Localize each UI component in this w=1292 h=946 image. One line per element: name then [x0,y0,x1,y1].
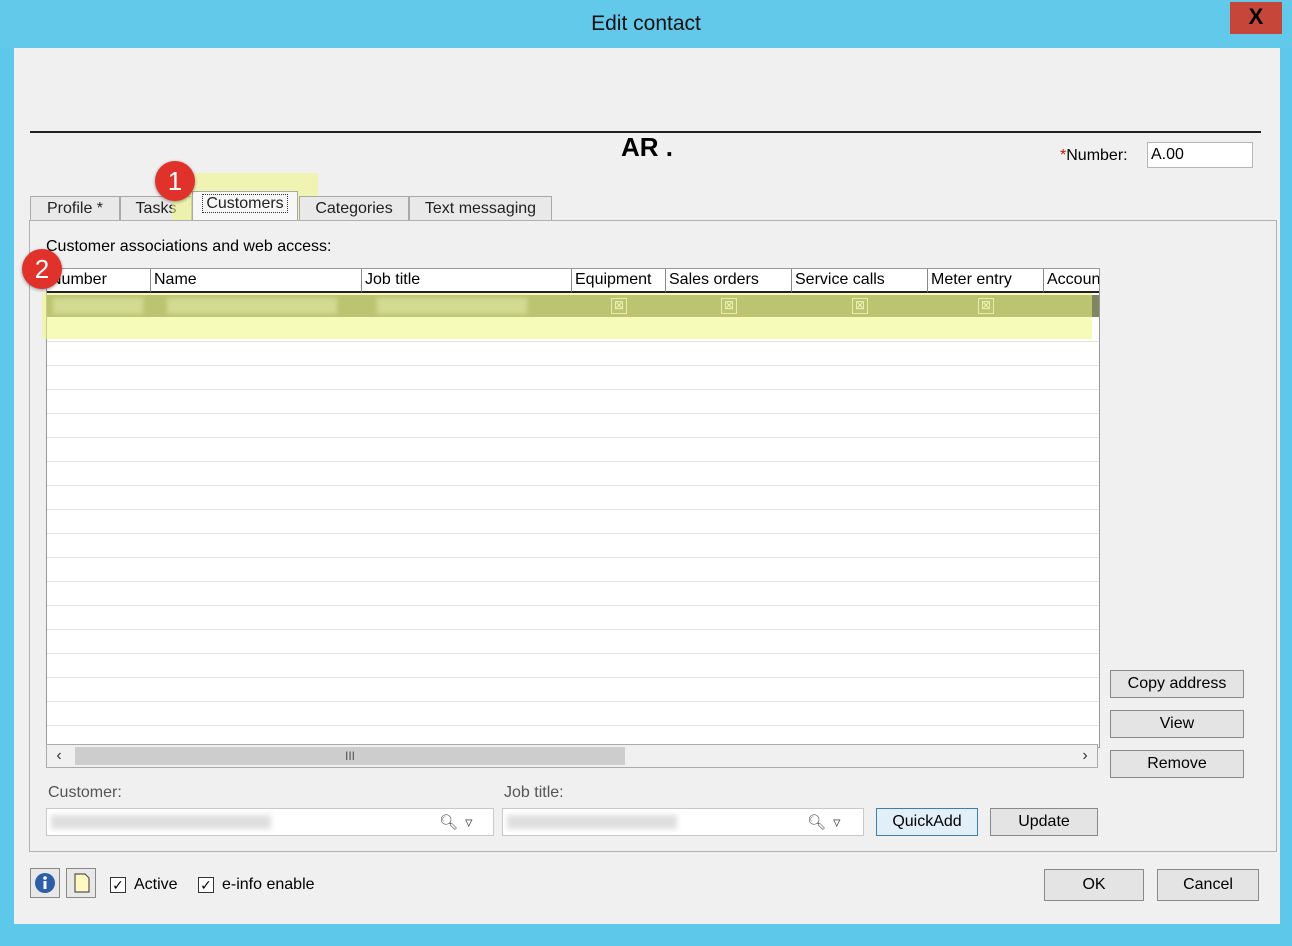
dialog-body: AR . *Number: Profile * Tasks Customers … [14,48,1280,924]
notes-icon-graphic [74,873,90,893]
customer-input[interactable]: 🔍︎ ▿ [46,808,494,836]
scroll-left-icon[interactable]: ‹ [47,745,71,767]
tab-profile-label: Profile * [46,200,104,217]
section-label: Customer associations and web access: [46,238,332,255]
annotation-highlight-row [42,293,1092,339]
col-sales-orders-text: Sales orders [669,271,759,288]
number-label: *Number: [1060,147,1128,165]
column-header-meter-entry[interactable]: Meter entry [928,269,1044,293]
customer-label: Customer: [48,784,122,801]
grid-row-line [47,581,1099,582]
tab-text-messaging[interactable]: Text messaging [409,196,552,220]
grid-row-line [47,725,1099,726]
dropdown-icon[interactable]: ▿ [465,813,473,831]
tab-customers-label: Customers [202,194,288,213]
horizontal-scrollbar[interactable]: ‹ III › [46,744,1098,768]
column-header-number[interactable]: Number [47,269,151,293]
column-header-job-title[interactable]: Job title [362,269,572,293]
tab-tasks-label: Tasks [135,200,177,217]
grid-row-line [47,653,1099,654]
col-service-calls-text: Service calls [795,271,885,288]
customers-grid[interactable]: Number Name Job title Equipment Sales or… [46,268,1100,748]
active-checkbox[interactable]: ✓ [110,877,126,893]
copy-address-button[interactable]: Copy address [1110,670,1244,698]
dropdown-icon[interactable]: ▿ [833,813,841,831]
number-input[interactable] [1147,142,1253,168]
col-job-title-text: Job title [365,271,421,288]
grid-row-line [47,341,1099,342]
redacted-job-title-input [507,815,677,829]
grid-row-line [47,461,1099,462]
cancel-button[interactable]: Cancel [1157,869,1259,901]
grid-row-line [47,365,1099,366]
column-header-equipment[interactable]: Equipment [572,269,666,293]
active-label: Active [134,876,178,893]
tab-categories-label: Categories [315,200,393,217]
quickadd-button[interactable]: QuickAdd [876,808,978,836]
update-button[interactable]: Update [990,808,1098,836]
scroll-grip: III [344,749,355,763]
close-button[interactable]: X [1230,2,1282,34]
col-meter-entry-text: Meter entry [931,271,1012,288]
close-icon: X [1248,4,1264,29]
number-label-text: Number: [1066,147,1128,164]
grid-row-line [47,485,1099,486]
search-icon[interactable]: 🔍︎ [439,813,458,831]
redacted-customer [51,815,271,829]
grid-row-line [47,509,1099,510]
ok-button[interactable]: OK [1044,869,1144,901]
grid-row-line [47,629,1099,630]
grid-row-line [47,557,1099,558]
annotation-badge-1: 1 [155,161,195,201]
column-header-sales-orders[interactable]: Sales orders [666,269,792,293]
col-equipment-text: Equipment [575,271,652,288]
search-icon[interactable]: 🔍︎ [807,813,826,831]
grid-row-line [47,533,1099,534]
grid-row-line [47,413,1099,414]
heading-divider [30,131,1261,133]
tab-customers[interactable]: Customers [192,191,298,221]
einfo-label: e-info enable [222,876,315,893]
col-name-text: Name [154,271,197,288]
grid-row-line [47,437,1099,438]
col-account-text: Account [1047,271,1100,288]
grid-row-line [47,389,1099,390]
info-icon[interactable] [30,868,60,898]
tab-text-messaging-label: Text messaging [424,200,537,217]
grid-row-line [47,677,1099,678]
einfo-checkbox[interactable]: ✓ [198,877,214,893]
column-header-service-calls[interactable]: Service calls [792,269,928,293]
scroll-right-icon[interactable]: › [1073,745,1097,767]
column-header-name[interactable]: Name [151,269,362,293]
column-header-account[interactable]: Account [1044,269,1100,293]
info-icon-graphic [35,873,55,893]
window-title: Edit contact [591,12,701,35]
tab-profile[interactable]: Profile * [30,196,120,220]
grid-row-line [47,701,1099,702]
job-title-input[interactable]: 🔍︎ ▿ [502,808,864,836]
annotation-badge-2: 2 [22,249,62,289]
job-title-label: Job title: [504,784,564,801]
grid-row-line [47,605,1099,606]
notes-icon[interactable] [66,868,96,898]
remove-button[interactable]: Remove [1110,750,1244,778]
scroll-thumb[interactable]: III [75,747,625,765]
view-button[interactable]: View [1110,710,1244,738]
tab-categories[interactable]: Categories [299,196,409,220]
